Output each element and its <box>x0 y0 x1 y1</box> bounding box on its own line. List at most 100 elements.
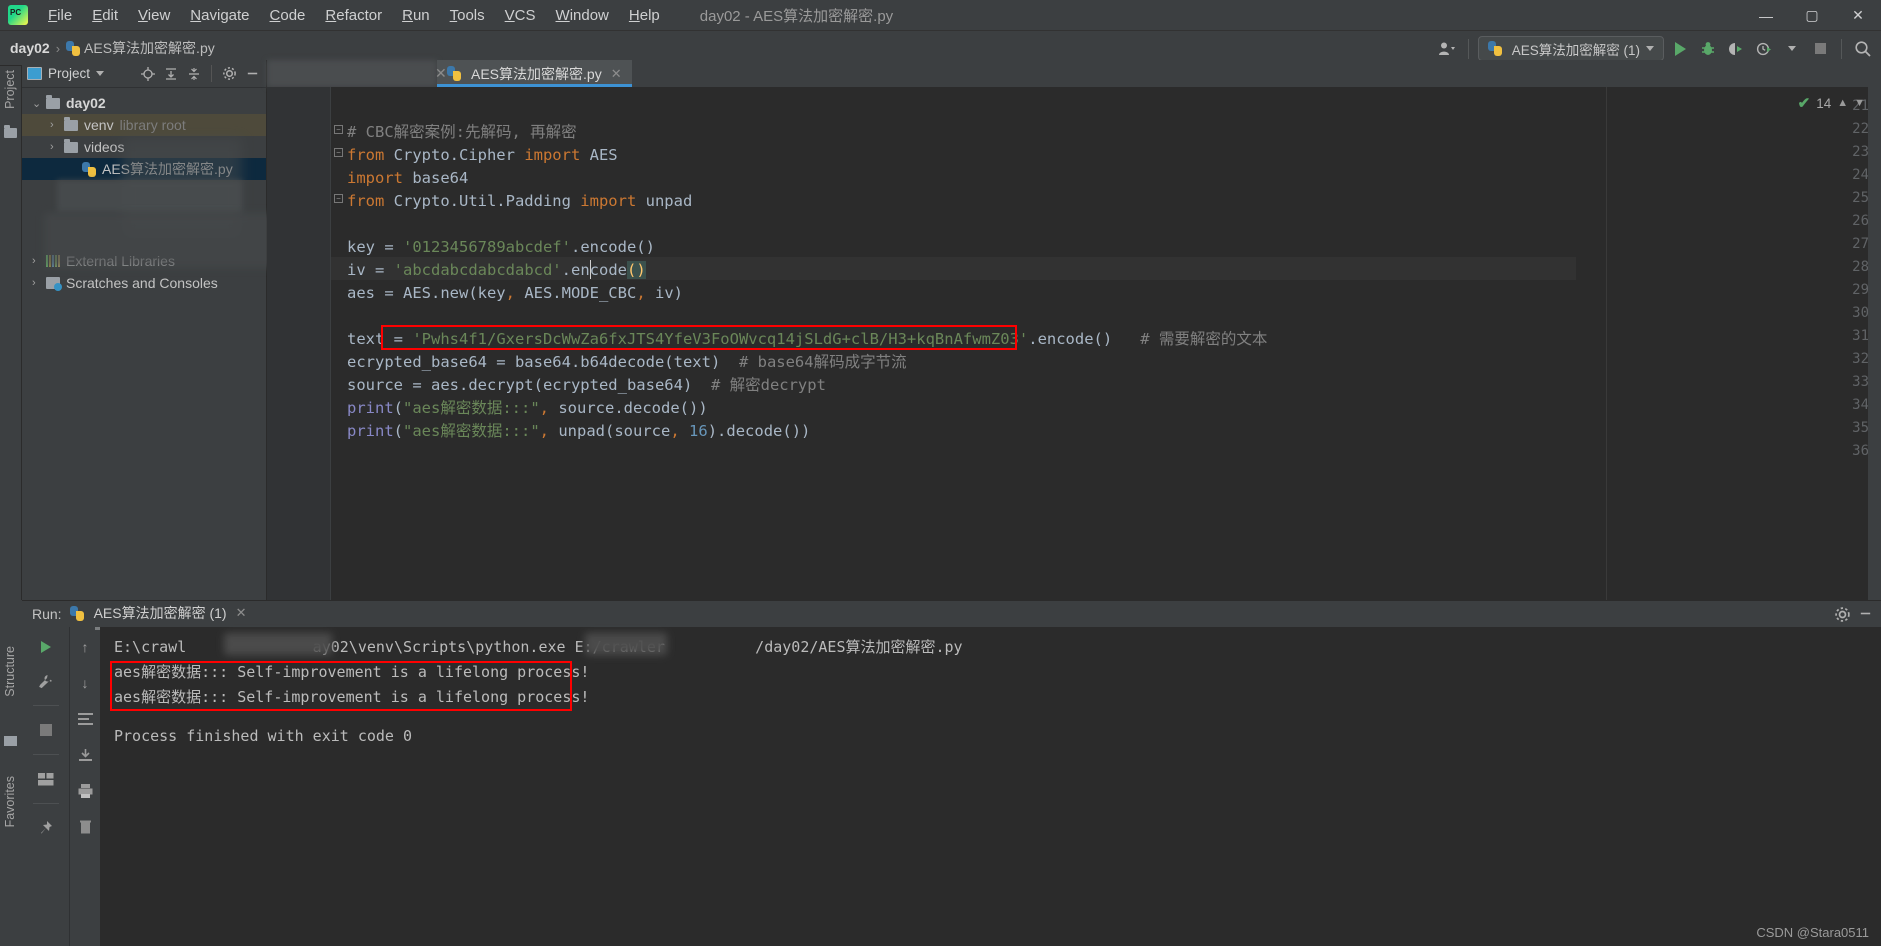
code-token: print <box>347 422 394 440</box>
menu-bar: File Edit View Navigate Code Refactor Run Tools… <box>38 4 670 27</box>
close-run-tab-icon[interactable]: ✕ <box>236 605 247 621</box>
code-token: 16 <box>689 422 708 440</box>
print-icon[interactable] <box>74 781 96 801</box>
code-token: iv = <box>347 261 394 279</box>
tool-window-favorites-label[interactable]: Favorites <box>3 776 17 827</box>
run-tool-window: Run: AES算法加密解密 (1) ✕ ↑ ↓ E:\crawl ay02\v… <box>22 600 1881 946</box>
editor-tab-active[interactable]: AES算法加密解密.py ✕ <box>437 60 632 87</box>
fold-marker[interactable]: − <box>334 148 343 157</box>
fold-marker[interactable]: − <box>334 125 343 134</box>
menu-item-code[interactable]: Code <box>260 4 316 27</box>
menu-item-run[interactable]: Run <box>392 4 440 27</box>
debug-button[interactable] <box>1696 37 1720 61</box>
locate-target-icon[interactable] <box>139 65 156 82</box>
window-title: day02 - AES算法加密解密.py <box>699 7 894 25</box>
code-editor[interactable]: 21 22 23 24 25 26 27 28 29 30 31 32 33 34 35 36 − − − # C… <box>267 87 1881 600</box>
menu-item-tools[interactable]: Tools <box>440 4 495 27</box>
chevron-down-icon <box>1646 46 1654 51</box>
redacted-overlay-3 <box>44 213 292 268</box>
menu-item-view[interactable]: View <box>128 4 180 27</box>
run-tab[interactable]: AES算法加密解密 (1) ✕ <box>69 603 247 625</box>
run-with-coverage-button[interactable] <box>1724 37 1748 61</box>
code-token: 'Pwhs4f1/GxersDcWwZa6fxJTS4YfeV3FoOWvcq1… <box>412 330 1029 348</box>
hide-run-panel-icon[interactable] <box>1858 606 1873 625</box>
user-account-icon[interactable] <box>1435 37 1459 61</box>
profile-dropdown-icon[interactable] <box>1780 37 1804 61</box>
pin-tab-icon[interactable] <box>35 818 57 838</box>
run-button[interactable] <box>1668 37 1692 61</box>
expand-all-icon[interactable] <box>162 65 179 82</box>
clear-all-icon[interactable] <box>74 817 96 837</box>
inspection-widget[interactable]: ✔ 14 ▲ ▼ <box>1798 94 1865 112</box>
code-token: .encode <box>561 261 627 279</box>
tree-item-hint: library root <box>119 117 186 133</box>
bottom-left-tool-strip: Structure Favorites <box>0 600 22 946</box>
tool-window-structure-label[interactable]: Structure <box>3 646 17 697</box>
code-token: AES.MODE_CBC <box>514 284 637 302</box>
toolbar-divider-2 <box>1841 38 1842 59</box>
breadcrumb-file-label: AES算法加密解密.py <box>84 40 215 56</box>
close-button[interactable]: ✕ <box>1835 0 1881 31</box>
chevron-right-icon[interactable]: › <box>32 255 43 267</box>
python-file-icon <box>447 66 461 81</box>
run-console-output[interactable]: E:\crawl ay02\venv\Scripts\python.exe E:… <box>100 627 1881 946</box>
breadcrumb-item-file[interactable]: AES算法加密解密.py <box>66 38 215 58</box>
search-everywhere-button[interactable] <box>1851 37 1875 61</box>
menu-item-edit[interactable]: Edit <box>82 4 128 27</box>
breadcrumb-separator: › <box>55 40 61 56</box>
gear-icon[interactable] <box>221 65 238 82</box>
rerun-button[interactable] <box>35 637 57 657</box>
code-token: Crypto.Util.Padding <box>384 192 581 210</box>
code-token: import <box>347 169 403 187</box>
run-panel-header: Run: AES算法加密解密 (1) ✕ <box>22 601 1881 627</box>
chevron-down-icon[interactable]: ⌄ <box>32 97 43 110</box>
maximize-button[interactable]: ▢ <box>1789 0 1835 31</box>
collapse-all-icon[interactable] <box>185 65 202 82</box>
minimize-button[interactable]: — <box>1743 0 1789 31</box>
hide-panel-icon[interactable] <box>244 65 261 82</box>
scroll-down-icon[interactable]: ↓ <box>74 673 96 693</box>
edit-configurations-icon[interactable] <box>35 671 57 691</box>
fold-marker[interactable]: − <box>334 194 343 203</box>
folder-icon <box>64 138 78 153</box>
tree-item-label: day02 <box>66 95 106 111</box>
menu-item-navigate[interactable]: Navigate <box>180 4 259 27</box>
folder-icon[interactable] <box>4 125 17 138</box>
scroll-to-end-icon[interactable] <box>74 745 96 765</box>
project-view-chevron-down-icon[interactable] <box>96 71 105 76</box>
soft-wrap-icon[interactable] <box>74 709 96 729</box>
code-line: iv = 'abcdabcdabcdabcd'.encode() <box>347 259 646 282</box>
menu-item-window[interactable]: Window <box>546 4 619 27</box>
chevron-up-icon[interactable]: ▲ <box>1837 97 1848 109</box>
menu-item-refactor[interactable]: Refactor <box>315 4 392 27</box>
redacted-tab-close-icon[interactable]: ✕ <box>435 65 447 82</box>
tree-item[interactable]: ⌄ day02 <box>22 92 266 114</box>
breadcrumb-item-project[interactable]: day02 <box>10 40 50 56</box>
chevron-right-icon[interactable]: › <box>50 141 61 153</box>
stop-process-button[interactable] <box>35 720 57 740</box>
scroll-up-icon[interactable]: ↑ <box>74 637 96 657</box>
close-tab-icon[interactable]: ✕ <box>611 66 622 82</box>
chevron-down-icon-insp[interactable]: ▼ <box>1854 97 1865 109</box>
tree-item[interactable]: › venv library root <box>22 114 266 136</box>
chevron-right-icon[interactable]: › <box>32 277 43 289</box>
run-panel-label: Run: <box>32 606 62 622</box>
run-configuration-selector[interactable]: AES算法加密解密 (1) <box>1477 36 1664 61</box>
stop-button[interactable] <box>1808 37 1832 61</box>
folder-icon <box>64 116 78 131</box>
run-settings-gear-icon[interactable] <box>1834 606 1851 627</box>
code-line: ecrypted_base64 = base64.b64decode(text)… <box>347 351 907 374</box>
menu-item-help[interactable]: Help <box>619 4 670 27</box>
code-content[interactable]: # CBC解密案例:先解码, 再解密 from Crypto.Cipher imp… <box>347 87 1867 600</box>
menu-item-vcs[interactable]: VCS <box>495 4 546 27</box>
menu-item-file[interactable]: File <box>38 4 82 27</box>
print-layout-icon[interactable] <box>35 769 57 789</box>
tool-window-project-label[interactable]: Project <box>3 70 17 109</box>
editor-tab-label: AES算法加密解密.py <box>471 65 602 82</box>
code-token: ecrypted_base64 = base64.b64decode(text) <box>347 353 721 371</box>
profile-button[interactable] <box>1752 37 1776 61</box>
editor-tab-redacted[interactable] <box>267 60 437 87</box>
tree-item[interactable]: › Scratches and Consoles <box>22 272 266 294</box>
chevron-right-icon[interactable]: › <box>50 119 61 131</box>
error-stripe-gutter[interactable] <box>1868 87 1881 600</box>
